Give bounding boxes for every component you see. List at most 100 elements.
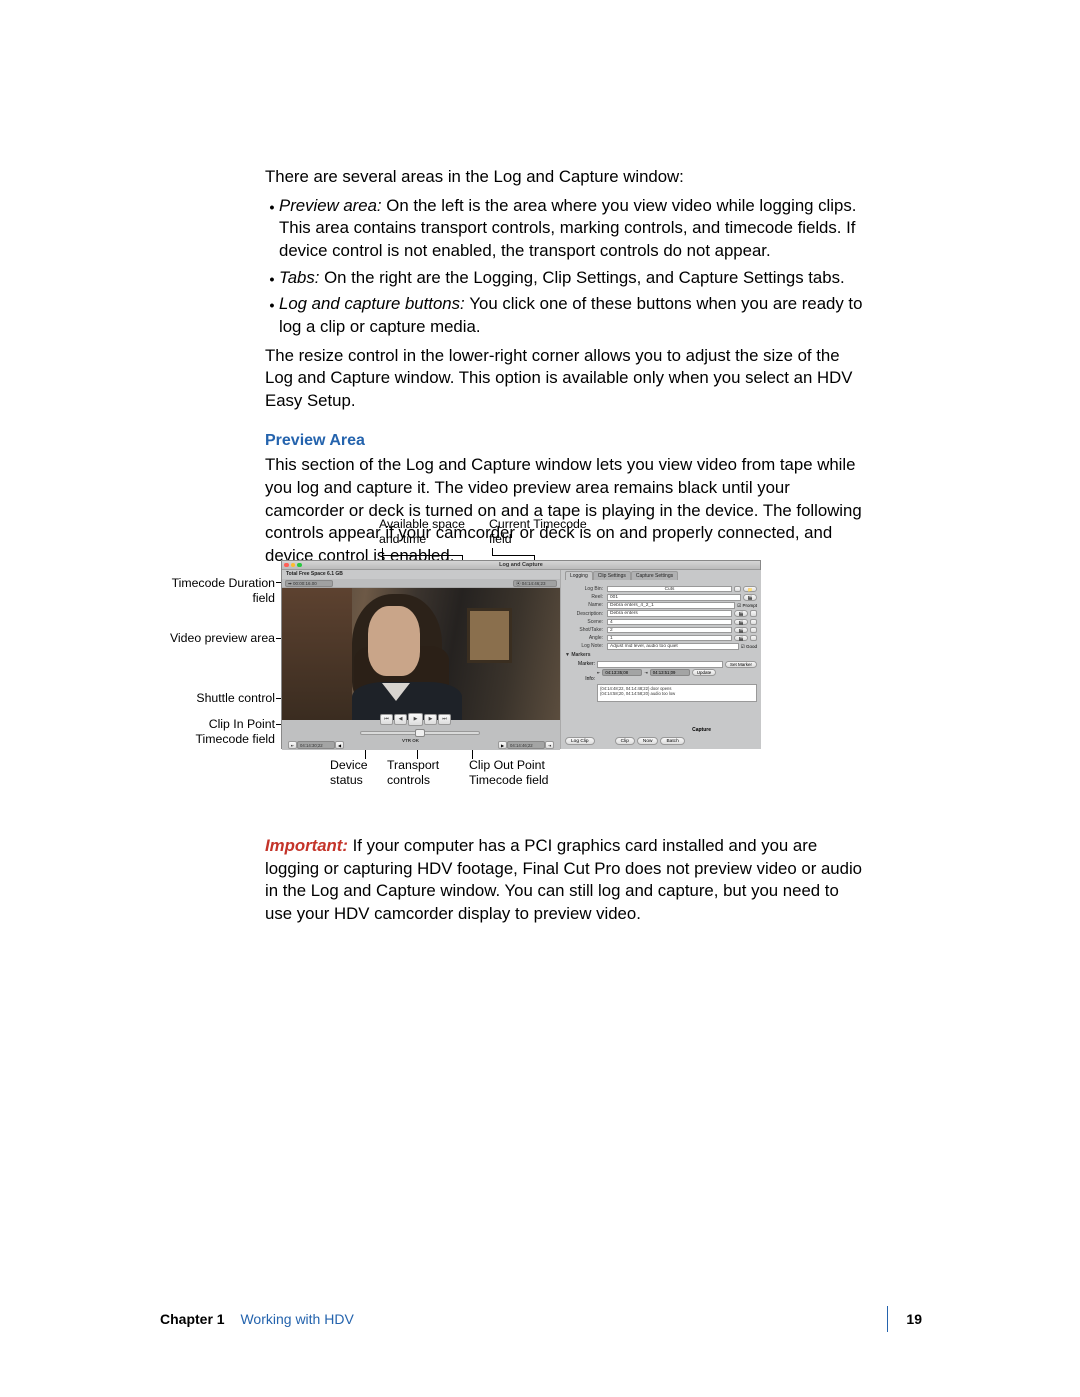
marker-in-tc[interactable]: 04:13:35;08 <box>602 669 642 676</box>
field-angle[interactable]: 1 <box>607 635 732 642</box>
scene-slate-button[interactable]: 🎬 <box>734 619 748 626</box>
goto-in-button[interactable]: ◀ <box>335 741 344 749</box>
prompt-check[interactable]: ☑ Prompt <box>737 603 757 609</box>
marker-info-list[interactable]: (04:14:48;22, 04:14:48;22) door opens (0… <box>597 684 757 702</box>
minimize-icon[interactable] <box>291 563 296 568</box>
callout-current-timecode: Current Timecode field <box>489 517 587 548</box>
footer-chapter-title: Working with HDV <box>240 1311 353 1327</box>
bullet-label: Preview area: <box>279 196 386 215</box>
field-scene[interactable]: 4 <box>607 619 732 626</box>
current-timecode-field[interactable]: ⦿ 04:14:46;23 <box>513 580 557 587</box>
bullet-preview-area: • Preview area: On the left is the area … <box>265 195 870 263</box>
field-marker-name[interactable] <box>597 661 723 668</box>
clip-out-timecode-field[interactable]: 04:14:46;22 <box>507 741 545 749</box>
desc-check-icon[interactable] <box>750 610 757 617</box>
tab-bar: Logging Clip Settings Capture Settings <box>565 571 678 580</box>
section-heading-preview-area: Preview Area <box>265 430 870 452</box>
label-reel: Reel: <box>565 594 605 600</box>
label-shot-take: Shot/Take: <box>565 627 605 633</box>
tab-capture-settings[interactable]: Capture Settings <box>631 571 678 580</box>
step-back-button[interactable]: ◀ <box>394 714 407 725</box>
intro-para: There are several areas in the Log and C… <box>265 166 870 189</box>
important-text: If your computer has a PCI graphics card… <box>265 836 862 923</box>
window-title: Log and Capture <box>499 562 543 568</box>
capture-section: Log Clip Clip Now Batch <box>565 737 757 745</box>
set-marker-button[interactable]: Set Marker <box>725 661 757 668</box>
capture-batch-button[interactable]: Batch <box>660 737 684 745</box>
zoom-icon[interactable] <box>297 563 302 568</box>
callout-clip-out-point: Clip Out Point Timecode field <box>469 758 549 789</box>
markers-section: ▼ Markers Marker: Set Marker ⇤ 04:13:35;… <box>565 652 757 702</box>
screenshot-log-and-capture-window: Log and Capture Total Free Space 6.1 GB … <box>281 560 761 749</box>
label-description: Description: <box>565 611 605 617</box>
markers-disclosure[interactable]: ▼ Markers <box>565 652 757 658</box>
footer-page-number: 19 <box>906 1311 922 1327</box>
bullet-body: On the right are the Logging, Clip Setti… <box>324 268 845 287</box>
device-status-label: VTR OK <box>402 738 419 744</box>
footer-divider <box>887 1306 888 1332</box>
timecode-duration-field[interactable]: ➡ 00:00:16.00 <box>285 580 333 587</box>
play-button[interactable]: ▶ <box>408 713 423 726</box>
tab-clip-settings[interactable]: Clip Settings <box>593 571 631 580</box>
traffic-lights <box>284 563 302 568</box>
bin-up-icon[interactable] <box>734 586 741 593</box>
angle-check-icon[interactable] <box>750 635 757 642</box>
fast-forward-button[interactable]: ⏭ <box>438 714 451 725</box>
marker-out-tc[interactable]: 04:13:51;09 <box>650 669 690 676</box>
mark-in-icon[interactable]: ⇤ <box>597 670 600 675</box>
important-note: Important: If your computer has a PCI gr… <box>265 835 870 926</box>
clip-in-timecode-field[interactable]: 04:14:30;22 <box>297 741 335 749</box>
callout-transport-controls: Transport controls <box>387 758 439 789</box>
figure-log-and-capture: Available space and time Current Timecod… <box>155 514 875 794</box>
callout-shuttle: Shuttle control <box>196 691 275 706</box>
free-space-label: Total Free Space 6.1 GB <box>282 570 476 579</box>
tab-logging[interactable]: Logging <box>565 571 593 580</box>
label-marker: Marker: <box>565 661 595 667</box>
bullet-tabs: • Tabs: On the right are the Logging, Cl… <box>265 267 870 290</box>
good-check[interactable]: ☑ Good <box>741 644 757 650</box>
bin-new-button[interactable]: 📁 <box>743 586 757 593</box>
step-forward-button[interactable]: ▶ <box>424 714 437 725</box>
desc-slate-button[interactable]: 🎬 <box>734 610 748 617</box>
bullet-log-capture: • Log and capture buttons: You click one… <box>265 293 870 338</box>
mark-out-button[interactable]: ⇥ <box>545 741 554 749</box>
bullet-dot-icon: • <box>265 293 279 338</box>
goto-out-button[interactable]: ▶ <box>498 741 507 749</box>
capture-clip-button[interactable]: Clip <box>615 737 635 745</box>
label-scene: Scene: <box>565 619 605 625</box>
log-clip-button[interactable]: Log Clip <box>565 737 595 745</box>
mark-in-button[interactable]: ⇤ <box>288 741 297 749</box>
update-marker-button[interactable]: Update <box>692 669 717 676</box>
field-reel[interactable]: 001 <box>607 594 741 601</box>
callout-device-status: Device status <box>330 758 368 789</box>
reel-slate-button[interactable]: 🎬 <box>743 594 757 601</box>
important-label: Important: <box>265 836 353 855</box>
scene-check-icon[interactable] <box>750 619 757 626</box>
transport-controls-group: ⏮ ◀ ▶ ▶ ⏭ <box>380 714 451 726</box>
capture-now-button[interactable]: Now <box>637 737 659 745</box>
field-shot-take[interactable]: 2 <box>607 627 732 634</box>
transport-bar: ⏮ ◀ ▶ ▶ ⏭ VTR OK ⇤ 04:14:30;22 ◀ ▶ 04:14… <box>282 720 560 750</box>
resize-para: The resize control in the lower-right co… <box>265 345 870 413</box>
field-description[interactable]: Debra enters <box>607 610 732 617</box>
window-title-bar: Log and Capture <box>282 561 760 570</box>
mark-out-icon[interactable]: ⇥ <box>644 670 647 675</box>
shot-check-icon[interactable] <box>750 627 757 634</box>
label-name: Name: <box>565 602 605 608</box>
field-log-note[interactable]: Adjust mid level, audio too quiet <box>607 643 739 650</box>
page-footer: Chapter 1 Working with HDV 19 <box>160 1306 922 1332</box>
video-preview-area <box>282 588 560 720</box>
bullet-dot-icon: • <box>265 267 279 290</box>
bullet-dot-icon: • <box>265 195 279 263</box>
field-name[interactable]: Debra enters_4_2_1 <box>607 602 735 609</box>
rewind-button[interactable]: ⏮ <box>380 714 393 725</box>
shuttle-knob[interactable] <box>415 729 425 737</box>
label-log-note: Log Note: <box>565 643 605 649</box>
shot-slate-button[interactable]: 🎬 <box>734 627 748 634</box>
field-log-bin[interactable]: Cuts <box>607 586 732 593</box>
callout-clip-in-point: Clip In Point Timecode field <box>195 717 275 748</box>
angle-slate-button[interactable]: 🎬 <box>734 635 748 642</box>
right-pane: Logging Clip Settings Capture Settings L… <box>560 570 761 749</box>
label-log-bin: Log Bin: <box>565 586 605 592</box>
close-icon[interactable] <box>284 563 289 568</box>
